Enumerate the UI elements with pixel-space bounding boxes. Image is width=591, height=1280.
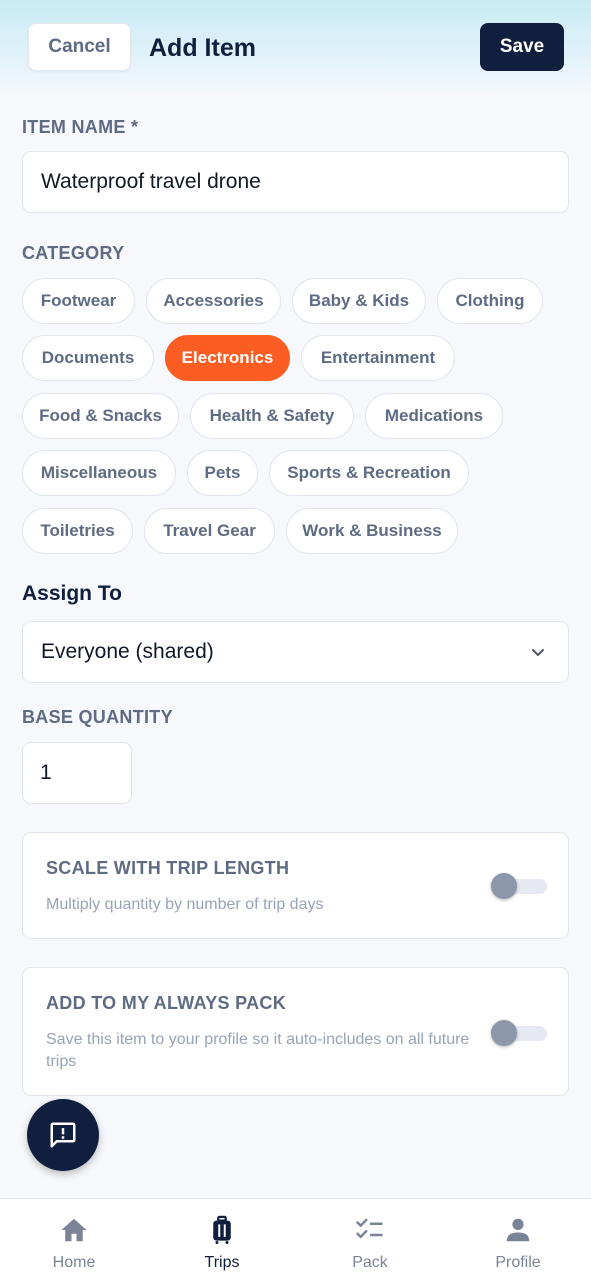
scale-trip-length-title: SCALE WITH TRIP LENGTH xyxy=(46,858,290,878)
toggle-knob xyxy=(491,873,517,899)
category-chip-baby-kids[interactable]: Baby & Kids xyxy=(292,278,426,324)
category-chip-food-snacks[interactable]: Food & Snacks xyxy=(22,393,179,439)
bottom-tab-bar: Home Trips Pack Profile xyxy=(0,1198,591,1280)
tab-profile[interactable]: Profile xyxy=(444,1199,591,1280)
always-pack-title: ADD TO MY ALWAYS PACK xyxy=(46,993,287,1013)
category-chip-pets[interactable]: Pets xyxy=(187,450,258,496)
tab-pack[interactable]: Pack xyxy=(296,1199,444,1280)
home-icon xyxy=(61,1218,87,1242)
item-name-input[interactable]: Waterproof travel drone xyxy=(22,151,569,213)
toggle-knob xyxy=(491,1020,517,1046)
category-chip-entertainment[interactable]: Entertainment xyxy=(301,335,455,381)
base-quantity-input[interactable]: 1 xyxy=(22,742,132,804)
header-bar: Cancel Add Item Save xyxy=(0,0,591,96)
save-button[interactable]: Save xyxy=(480,23,564,71)
category-chip-medications[interactable]: Medications xyxy=(365,393,503,439)
category-label: CATEGORY xyxy=(22,243,125,263)
scale-trip-length-toggle[interactable] xyxy=(491,873,547,899)
tab-pack-label: Pack xyxy=(352,1254,388,1271)
category-chip-footwear[interactable]: Footwear xyxy=(22,278,135,324)
category-chip-accessories[interactable]: Accessories xyxy=(146,278,281,324)
chevron-down-icon xyxy=(532,649,544,656)
category-chip-electronics[interactable]: Electronics xyxy=(165,335,290,381)
category-chip-travel-gear[interactable]: Travel Gear xyxy=(144,508,275,554)
page-title: Add Item xyxy=(149,34,256,62)
category-chip-work-business[interactable]: Work & Business xyxy=(286,508,458,554)
category-chip-health-safety[interactable]: Health & Safety xyxy=(190,393,354,439)
tab-trips-label: Trips xyxy=(204,1254,240,1271)
suitcase-icon xyxy=(213,1215,231,1244)
assign-to-label: Assign To xyxy=(22,582,122,605)
category-chip-sports-recreation[interactable]: Sports & Recreation xyxy=(269,450,469,496)
checklist-icon xyxy=(356,1218,383,1239)
category-chip-documents[interactable]: Documents xyxy=(22,335,154,381)
category-chip-miscellaneous[interactable]: Miscellaneous xyxy=(22,450,176,496)
scale-trip-length-subtitle: Multiply quantity by number of trip days xyxy=(46,896,324,913)
cancel-button[interactable]: Cancel xyxy=(28,23,131,71)
category-chip-clothing[interactable]: Clothing xyxy=(437,278,543,324)
tab-home-label: Home xyxy=(52,1254,96,1271)
tab-home[interactable]: Home xyxy=(0,1199,148,1280)
item-name-label: ITEM NAME * xyxy=(22,117,139,137)
tab-trips[interactable]: Trips xyxy=(148,1199,296,1280)
assign-to-value: Everyone (shared) xyxy=(41,640,214,663)
feedback-button[interactable] xyxy=(27,1099,99,1171)
always-pack-card: ADD TO MY ALWAYS PACK Save this item to … xyxy=(22,967,569,1096)
tab-profile-label: Profile xyxy=(495,1254,541,1271)
category-chip-toiletries[interactable]: Toiletries xyxy=(22,508,133,554)
always-pack-toggle[interactable] xyxy=(491,1020,547,1046)
assign-to-select[interactable]: Everyone (shared) xyxy=(22,621,569,683)
person-icon xyxy=(506,1218,530,1242)
scale-trip-length-card: SCALE WITH TRIP LENGTH Multiply quantity… xyxy=(22,832,569,939)
feedback-icon xyxy=(50,1122,76,1148)
base-quantity-label: BASE QUANTITY xyxy=(22,707,173,727)
always-pack-subtitle: Save this item to your profile so it aut… xyxy=(46,1031,470,1070)
